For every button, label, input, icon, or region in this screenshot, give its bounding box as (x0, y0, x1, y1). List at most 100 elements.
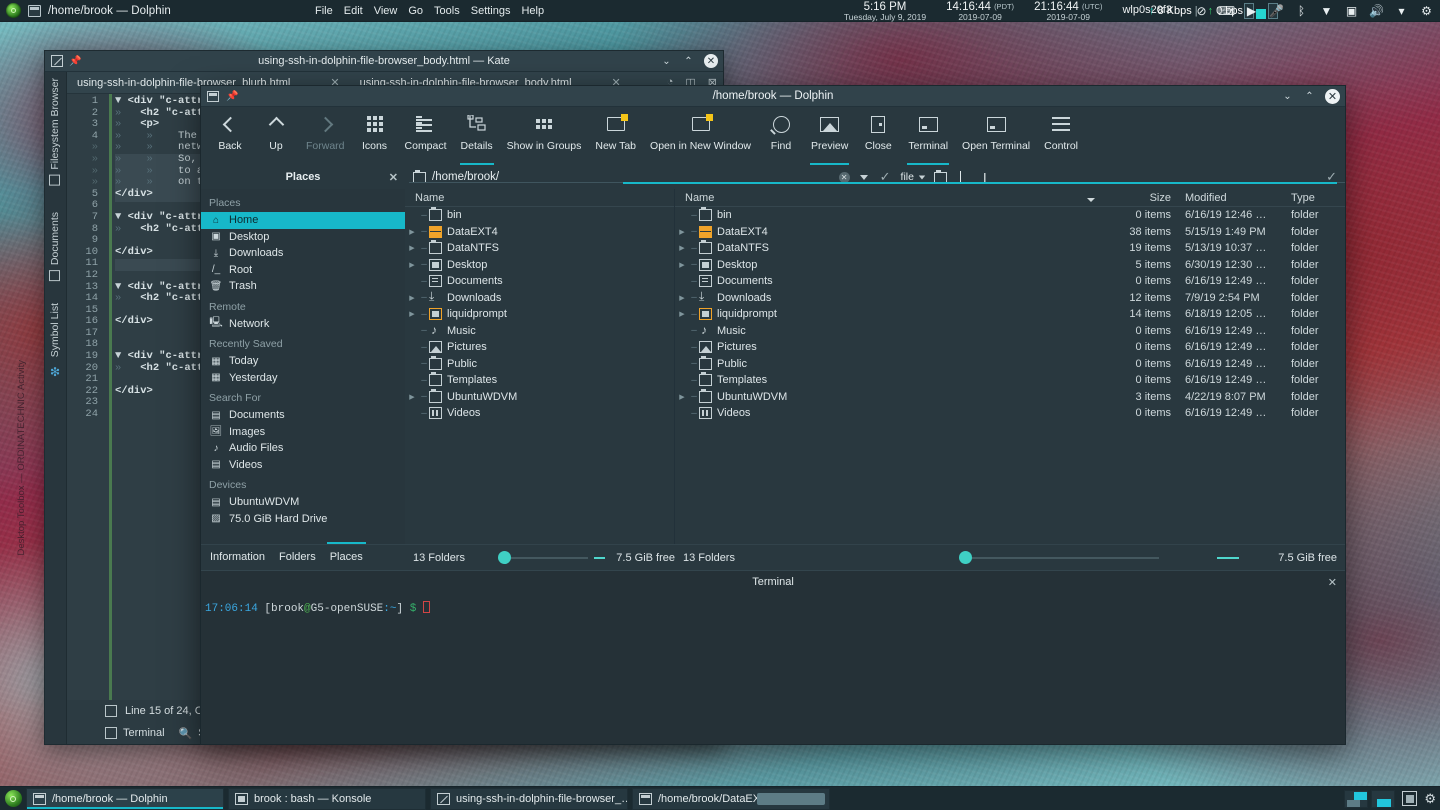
display-icon[interactable]: ▣ (1344, 4, 1359, 19)
close-icon[interactable]: ✕ (1328, 576, 1337, 589)
maximize-button[interactable]: ⌃ (1303, 90, 1316, 103)
places-item-root[interactable]: /_Root (201, 262, 405, 279)
panel-tab-folders[interactable]: Folders (279, 551, 316, 565)
expand-arrow-icon[interactable]: ▶ (405, 228, 419, 236)
toolbar-button-terminal[interactable]: Terminal (901, 113, 955, 163)
toolbar-button-details[interactable]: Details (454, 113, 500, 163)
clear-url-icon[interactable]: ✕ (839, 172, 850, 183)
file-row[interactable]: –Documents0 items6/16/19 12:49 …folder (675, 273, 1345, 290)
zoom-slider-left[interactable] (498, 551, 588, 565)
file-pane-right[interactable]: Name Size Modified Type –bin0 items6/16/… (675, 189, 1345, 544)
toolbar-button-show-in-groups[interactable]: Show in Groups (500, 113, 589, 163)
kate-sidebar-tab-symbol-list[interactable]: Symbol List (49, 303, 61, 357)
menu-go[interactable]: Go (408, 5, 423, 17)
menu-settings[interactable]: Settings (471, 5, 511, 17)
microphone-icon[interactable]: 🎤 (1269, 4, 1284, 19)
toolbar-button-preview[interactable]: Preview (804, 113, 855, 163)
expand-arrow-icon[interactable]: ▶ (675, 294, 689, 302)
zoom-slider-knob[interactable] (959, 551, 972, 564)
expand-arrow-icon[interactable]: ▶ (675, 244, 689, 252)
clock-local[interactable]: 5:16 PM Tuesday, July 9, 2019 (844, 1, 926, 22)
application-launcher-button[interactable] (0, 0, 26, 22)
file-row[interactable]: –Music (405, 323, 674, 340)
toolbar-button-open-terminal[interactable]: Open Terminal (955, 113, 1037, 163)
column-header-type[interactable]: Type (1287, 192, 1345, 204)
url-navigator[interactable]: /home/brook/ ✕ ✓ file I ✓ (405, 169, 1345, 185)
places-item-ubuntuwdvm[interactable]: ▤UbuntuWDVM (201, 494, 405, 511)
taskbar-task-2[interactable]: using-ssh-in-dolphin-file-browser_… (430, 788, 628, 810)
keyboard-icon[interactable]: ⌨ (1219, 4, 1234, 19)
expand-arrow-icon[interactable]: ▶ (675, 393, 689, 401)
kate-sidebar-tab-documents[interactable]: Documents (49, 212, 61, 281)
menu-tools[interactable]: Tools (434, 5, 460, 17)
file-row[interactable]: ▶–Desktop5 items6/30/19 12:30 …folder (675, 257, 1345, 274)
file-list-right[interactable]: –bin0 items6/16/19 12:46 …folder▶–DataEX… (675, 207, 1345, 422)
column-header-name[interactable]: Name (405, 192, 674, 204)
file-row[interactable]: ▶–liquidprompt14 items6/18/19 12:05 …fol… (675, 306, 1345, 323)
panel-tab-places[interactable]: Places (330, 551, 363, 565)
places-item-images[interactable]: 🖼Images (201, 424, 405, 441)
toolbar-button-open-in-new-window[interactable]: Open in New Window (643, 113, 758, 163)
file-row[interactable]: –Pictures0 items6/16/19 12:49 …folder (675, 339, 1345, 356)
file-pane-left[interactable]: Name –bin▶–DataEXT4▶–DataNTFS▶–Desktop–D… (405, 189, 675, 544)
file-row[interactable]: ▶–Downloads12 items7/9/19 2:54 PMfolder (675, 290, 1345, 307)
fold-arrow-icon[interactable]: ▼ (115, 350, 121, 362)
volume-icon[interactable]: 🔊 (1369, 4, 1384, 19)
file-row[interactable]: –Public (405, 356, 674, 373)
toolbar-button-up[interactable]: Up (253, 113, 299, 163)
places-panel[interactable]: Places⌂Home▣Desktop⤓Downloads/_Root🗑Tras… (201, 189, 405, 544)
toolbar-button-close[interactable]: Close (855, 113, 901, 163)
gear-icon[interactable]: ⚙ (1419, 4, 1434, 19)
expand-arrow-icon[interactable]: ▶ (405, 294, 419, 302)
file-row[interactable]: –bin0 items6/16/19 12:46 …folder (675, 207, 1345, 224)
file-row[interactable]: –Templates (405, 372, 674, 389)
taskbar-task-3[interactable]: /home/brook/DataEXT4/ (632, 788, 830, 810)
toolbar-button-icons[interactable]: Icons (352, 113, 398, 163)
panel-tab-information[interactable]: Information (210, 551, 265, 565)
taskbar-task-1[interactable]: brook : bash — Konsole (228, 788, 426, 810)
column-header-left[interactable]: Name (405, 189, 674, 207)
file-row[interactable]: ▶–DataNTFS19 items5/13/19 10:37 …folder (675, 240, 1345, 257)
kate-titlebar[interactable]: 📌 using-ssh-in-dolphin-file-browser_body… (45, 51, 723, 72)
file-row[interactable]: ▶–liquidprompt (405, 306, 674, 323)
terminal-output[interactable]: 17:06:14 [brook@G5-openSUSE:~] $ (201, 593, 1345, 745)
fold-arrow-icon[interactable]: ▼ (115, 281, 121, 293)
toolbar-button-control[interactable]: Control (1037, 113, 1085, 163)
places-item-today[interactable]: ▦Today (201, 353, 405, 370)
file-row[interactable]: –bin (405, 207, 674, 224)
toolbar-button-find[interactable]: Find (758, 113, 804, 163)
file-row[interactable]: –Videos (405, 405, 674, 422)
taskbar-task-0[interactable]: /home/brook — Dolphin (26, 788, 224, 810)
chevron-down-icon[interactable] (919, 175, 925, 179)
file-row[interactable]: –Public0 items6/16/19 12:49 …folder (675, 356, 1345, 373)
toolbar-button-new-tab[interactable]: New Tab (588, 113, 643, 163)
places-item-documents[interactable]: ▤Documents (201, 407, 405, 424)
file-row[interactable]: ▶–DataEXT438 items5/15/19 1:49 PMfolder (675, 224, 1345, 241)
places-item-audio-files[interactable]: ♪Audio Files (201, 440, 405, 457)
kate-sidebar-tab-filesystem-browser[interactable]: Filesystem Browser (49, 78, 61, 186)
minimize-button[interactable]: ⌄ (660, 55, 673, 68)
virtual-desktop-pager[interactable] (1344, 790, 1395, 808)
expand-arrow-icon[interactable]: ▶ (675, 228, 689, 236)
places-item-videos[interactable]: ▤Videos (201, 457, 405, 474)
fold-arrow-icon[interactable]: ▼ (115, 95, 121, 107)
chevron-down-icon[interactable]: ▾ (1394, 4, 1409, 19)
file-row[interactable]: –Pictures (405, 339, 674, 356)
toolbar-button-compact[interactable]: Compact (398, 113, 454, 163)
dolphin-window[interactable]: 📌 /home/brook — Dolphin ⌄ ⌃ ✕ BackUpForw… (200, 85, 1346, 745)
expand-arrow-icon[interactable]: ▶ (405, 244, 419, 252)
close-button[interactable]: ✕ (1325, 89, 1340, 104)
file-row[interactable]: ▶–UbuntuWDVM3 items4/22/19 8:07 PMfolder (675, 389, 1345, 406)
expand-arrow-icon[interactable]: ▶ (405, 261, 419, 269)
maximize-button[interactable]: ⌃ (682, 55, 695, 68)
places-item-home[interactable]: ⌂Home (201, 212, 405, 229)
dolphin-titlebar[interactable]: 📌 /home/brook — Dolphin ⌄ ⌃ ✕ (201, 86, 1345, 107)
expand-arrow-icon[interactable]: ▶ (675, 261, 689, 269)
pager-desktop-2[interactable] (1371, 790, 1395, 808)
zoom-slider-knob[interactable] (498, 551, 511, 564)
wifi-icon[interactable]: ▼ (1319, 4, 1334, 19)
kate-bottom-tab-terminal[interactable]: Terminal (105, 727, 165, 739)
bluetooth-icon[interactable]: ᛒ (1294, 4, 1309, 19)
clock-utc[interactable]: 21:16:44 (UTC) 2019-07-09 (1034, 1, 1102, 22)
dolphin-toolbar[interactable]: BackUpForwardIconsCompactDetailsShow in … (201, 107, 1345, 165)
